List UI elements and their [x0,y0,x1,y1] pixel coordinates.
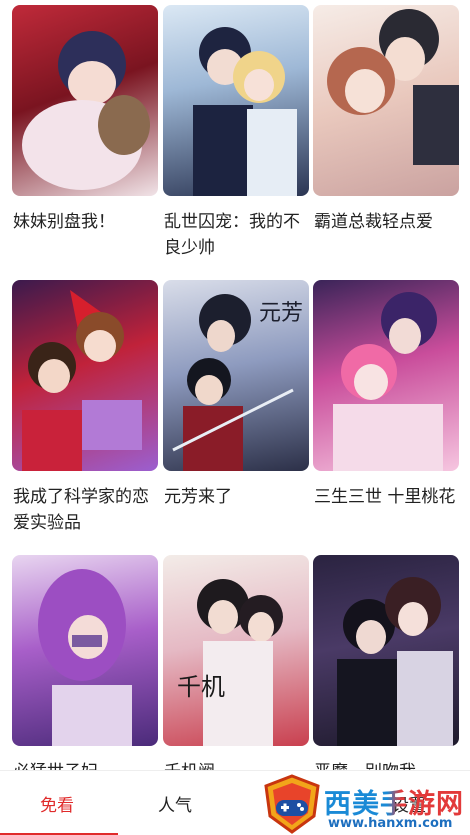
cover-calligraphy: 千机 [177,673,225,701]
comic-cover-image[interactable] [12,280,158,471]
cover-art-illustration [22,290,142,471]
comic-cover-image[interactable] [12,555,158,746]
comic-cover-image[interactable]: 千机 [163,555,309,746]
comic-title[interactable]: 我成了科学家的恋爱实验品 [13,484,161,536]
cover-art-illustration [22,31,150,190]
comic-title[interactable]: 三生三世 十里桃花 [314,484,462,510]
cover-art-illustration [193,27,297,196]
comic-title[interactable]: 元芳来了 [164,484,312,510]
tab-popular[interactable]: 人气 [158,791,192,816]
comic-title[interactable]: 必猛世子妃 [13,759,161,770]
cover-art-illustration [333,292,443,471]
comic-grid: 妹妹别盘我！ 乱世囚宠：我的不良少帅 霸道总裁轻点爱 我成了科学家的恋爱实验品 … [0,0,470,770]
comic-title[interactable]: 乱世囚宠：我的不良少帅 [164,209,312,261]
comic-title[interactable]: 妹妹别盘我！ [13,209,161,235]
cover-art-illustration: 千机 [177,579,283,746]
cover-art-illustration [337,577,453,746]
comic-cover-image[interactable] [313,280,459,471]
site-watermark: 西美手游网 www.hanxm.com [262,772,470,835]
cover-calligraphy: 元芳 [259,301,303,326]
comic-cover-image[interactable] [313,555,459,746]
cover-art-illustration [38,569,132,746]
comic-title[interactable]: 恶魔，别吻我 [314,759,462,770]
cover-art-illustration: 元芳 [172,294,303,471]
comic-cover-image[interactable] [12,5,158,196]
comic-cover-image[interactable]: 元芳 [163,280,309,471]
cover-art-illustration [327,9,459,165]
tab-free-read[interactable]: 免看 [40,791,74,816]
gamepad-shield-logo [264,774,320,834]
comic-title[interactable]: 霸道总裁轻点爱 [314,209,462,235]
comic-cover-image[interactable] [313,5,459,196]
comic-cover-image[interactable] [163,5,309,196]
watermark-url: www.hanxm.com [328,816,453,831]
comic-title[interactable]: 千机阙 [164,759,312,770]
